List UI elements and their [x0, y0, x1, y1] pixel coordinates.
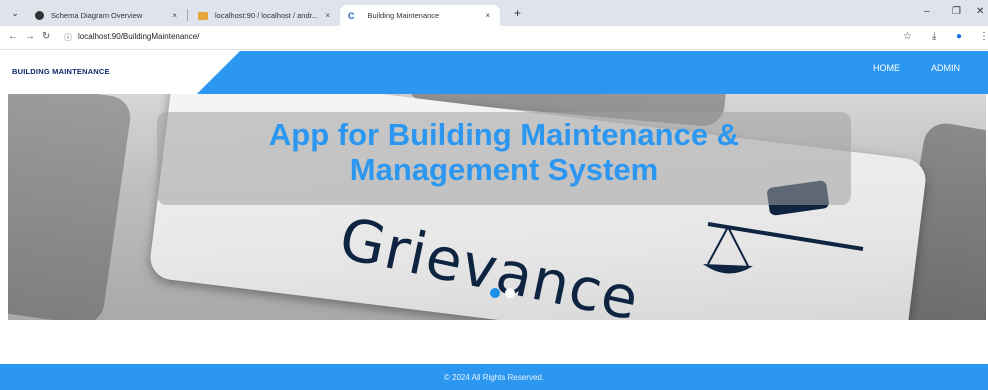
tab-schema-diagram[interactable]: Schema Diagram Overview ×: [27, 5, 187, 26]
github-icon: [35, 11, 44, 20]
tab-title: Building Maintenance: [367, 11, 440, 20]
tab-building-maintenance[interactable]: C Building Maintenance ×: [340, 5, 500, 26]
tab-separator: [187, 9, 188, 21]
url-field[interactable]: localhost:90/BuildingMaintenance/: [78, 32, 199, 41]
download-icon[interactable]: ⤓: [932, 31, 936, 42]
close-window-icon[interactable]: ✕: [976, 6, 984, 17]
new-tab-button[interactable]: +: [514, 6, 521, 20]
forward-icon[interactable]: →: [25, 31, 35, 42]
nav-home-link[interactable]: HOME: [873, 63, 900, 73]
site-favicon-icon: C: [348, 10, 355, 21]
tab-title: localhost:90 / localhost / andr...: [215, 11, 318, 20]
maximize-icon[interactable]: ❐: [952, 6, 961, 17]
tab-search-icon[interactable]: ⌄: [8, 6, 22, 20]
profile-icon[interactable]: ●: [956, 31, 962, 42]
back-icon[interactable]: ←: [8, 31, 18, 42]
browser-tab-bar: ⌄ Schema Diagram Overview × localhost:90…: [0, 0, 988, 26]
copyright-text: © 2024 All Rights Reserved.: [443, 373, 545, 382]
bookmark-star-icon[interactable]: ☆: [903, 31, 912, 42]
tab-close-icon[interactable]: ×: [485, 11, 490, 20]
carousel-indicator-2[interactable]: [505, 288, 515, 298]
reload-icon[interactable]: ↻: [42, 31, 50, 42]
nav-admin-link[interactable]: ADMIN: [931, 63, 960, 73]
tab-phpmyadmin[interactable]: localhost:90 / localhost / andr... ×: [190, 5, 340, 26]
tab-title: Schema Diagram Overview: [51, 11, 143, 20]
tab-close-icon[interactable]: ×: [325, 11, 330, 20]
logo-area: BUILDING MAINTENANCE: [0, 51, 240, 94]
site-header: BUILDING MAINTENANCE HOME ADMIN: [0, 51, 988, 94]
hero-title-line-1: App for Building Maintenance &: [268, 117, 740, 152]
carousel-indicator-1[interactable]: [490, 288, 500, 298]
menu-icon[interactable]: ⋮: [979, 31, 988, 42]
hero-title: App for Building Maintenance & Managemen…: [157, 117, 851, 187]
site-footer: © 2024 All Rights Reserved.: [0, 364, 988, 390]
site-info-icon[interactable]: ⓘ: [64, 32, 72, 43]
tab-close-icon[interactable]: ×: [172, 11, 177, 20]
phpmyadmin-icon: [198, 11, 208, 20]
minimize-icon[interactable]: –: [924, 6, 930, 17]
site-logo[interactable]: BUILDING MAINTENANCE: [12, 67, 110, 76]
address-bar: ← → ↻ ⓘ localhost:90/BuildingMaintenance…: [0, 26, 988, 50]
hero-title-line-2: Management System: [349, 152, 659, 187]
hero-image-key: [8, 94, 134, 320]
